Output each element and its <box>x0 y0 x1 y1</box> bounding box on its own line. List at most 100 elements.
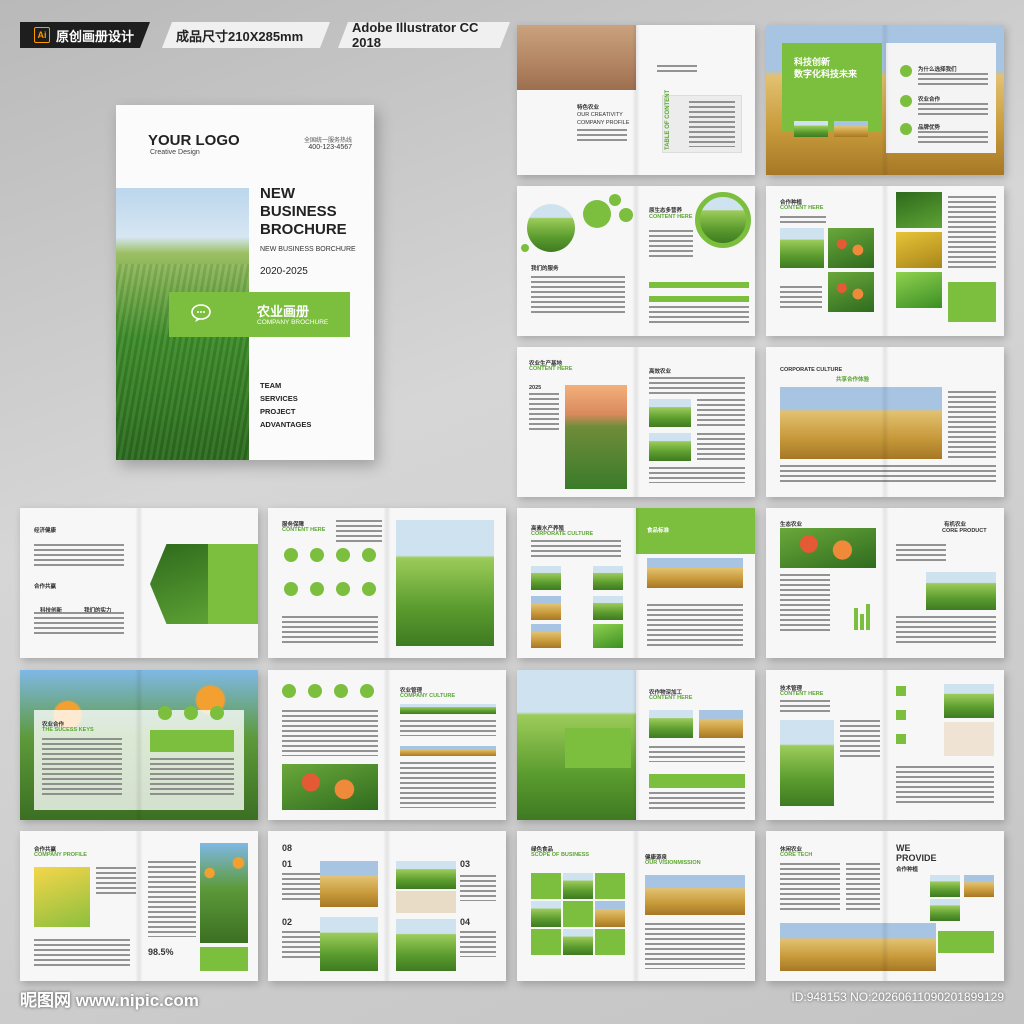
text-block <box>896 544 946 564</box>
green-bar <box>649 282 749 288</box>
green-square <box>896 734 906 744</box>
farm-photo <box>593 566 623 590</box>
text-block <box>529 393 559 433</box>
spread-6: CORPORATE CULTURE 共享合作体验 <box>766 347 1004 497</box>
spread-subheading: 共享合作体验 <box>836 377 870 383</box>
leaf-icon <box>900 123 912 135</box>
harvester-photo <box>780 923 936 971</box>
service-icon <box>284 582 298 596</box>
text-block <box>649 230 693 260</box>
peach-photo <box>780 528 876 568</box>
field-photo <box>645 875 745 915</box>
text-block <box>282 710 378 756</box>
green-tile <box>531 873 561 899</box>
cover-band-en: COMPANY BROCHURE <box>257 319 329 326</box>
spread-17: 绿色食品 SCOPE OF BUSINESS 健康源泉 OUR VISIONMI… <box>517 831 755 981</box>
text-block <box>577 129 627 143</box>
green-bar <box>150 730 234 752</box>
green-dot <box>521 244 529 252</box>
text-block <box>918 73 988 87</box>
spread-4: 合作种植 CONTENT HERE <box>766 186 1004 336</box>
software-tag: Ai 原创画册设计 <box>20 22 150 48</box>
text-block <box>34 612 124 636</box>
spread-heading: 原生态多营养 <box>649 208 683 214</box>
spread-16: 08 01 02 03 04 <box>268 831 506 981</box>
chart-bar <box>866 604 870 630</box>
leaf-icon <box>900 95 912 107</box>
text-block <box>42 738 122 798</box>
hotline-number: 400-123-4567 <box>308 144 352 151</box>
thumb-photo <box>794 121 828 137</box>
green-panel <box>208 544 258 624</box>
text-block <box>282 931 322 959</box>
sprout-photo <box>926 572 996 610</box>
spread-subheading: CORE PRODUCT <box>942 528 987 534</box>
cover-subtitle: NEW BUSINESS BORCHURE <box>260 246 356 253</box>
terrace-photo <box>944 684 994 718</box>
text-block <box>780 286 822 310</box>
farm-photo <box>930 875 960 897</box>
green-tile <box>563 901 593 927</box>
service-icon <box>284 548 298 562</box>
text-block <box>649 306 749 326</box>
spread-subheading: OUR CREATIVITY <box>577 112 623 118</box>
spread-subheading: 合作种植 <box>896 867 919 873</box>
text-block <box>282 616 378 646</box>
spread-18: 休闲农业 CORE TECH WE PROVIDE 合作种植 <box>766 831 1004 981</box>
text-block <box>780 465 996 485</box>
text-block <box>780 863 840 913</box>
spread-subheading: CONTENT HERE <box>780 205 824 211</box>
service-icon <box>362 548 376 562</box>
avocado-photo <box>896 192 942 228</box>
spread-heading: 特色农业 <box>577 105 600 111</box>
hill-field-photo <box>780 720 834 806</box>
text-block <box>918 103 988 117</box>
text-block <box>531 540 621 560</box>
text-block <box>657 65 697 75</box>
thumb-strip <box>400 746 496 756</box>
spread-5: 农业生产基地 CONTENT HERE 2025 高效农业 <box>517 347 755 497</box>
spread-3: 我们的服务 原生态多营养 CONTENT HERE <box>517 186 755 336</box>
farm-photo <box>964 875 994 897</box>
green-dot <box>583 200 611 228</box>
text-block <box>649 467 745 483</box>
farm-photo <box>593 624 623 648</box>
farm-photo <box>593 596 623 620</box>
spread-subheading: CORPORATE CULTURE <box>531 531 594 537</box>
spread-heading: 食品标准 <box>647 528 670 534</box>
text-block <box>840 720 880 760</box>
spread-heading: 合作共赢 <box>34 584 57 590</box>
hotline-label: 全国统一服务热线 <box>303 138 352 144</box>
text-block <box>697 433 745 461</box>
spread-subheading: CORE TECH <box>780 852 813 858</box>
spread-subheading: CONTENT HERE <box>529 366 573 372</box>
stat-value: 98.5% <box>148 947 174 957</box>
green-dot <box>619 208 633 222</box>
wheat-field-photo <box>396 520 494 646</box>
harvest-photo <box>517 25 636 90</box>
chart-bar <box>860 614 864 630</box>
spread-heading: WE <box>896 843 911 853</box>
text-block <box>400 720 496 736</box>
green-square <box>896 686 906 696</box>
badge-icon <box>308 684 322 698</box>
cover-menu: TEAM SERVICES PROJECT ADVANTAGES <box>260 379 311 431</box>
text-block <box>34 939 130 969</box>
green-tile <box>595 929 625 955</box>
farm-photo <box>649 710 693 738</box>
green-dot <box>609 194 621 206</box>
farm-photo <box>649 399 691 427</box>
farm-photo <box>531 901 561 927</box>
text-block <box>460 875 496 901</box>
section-number: 01 <box>282 859 293 869</box>
spread-11: 农业合作 THE SUCESS KEYS <box>20 670 258 820</box>
apple-photo <box>282 764 378 810</box>
spread-year: 2025 <box>529 385 542 391</box>
spread-heading: 高效农业 <box>649 369 672 375</box>
leaf-icon <box>184 706 198 720</box>
text-block <box>336 520 382 544</box>
version-tag-label: Adobe Illustrator CC 2018 <box>352 20 479 50</box>
design-tag-label: 原创画册设计 <box>56 28 135 44</box>
green-panel <box>565 728 631 768</box>
image-id: ID:948153 NO:20260611090201899129 <box>791 990 1004 1004</box>
